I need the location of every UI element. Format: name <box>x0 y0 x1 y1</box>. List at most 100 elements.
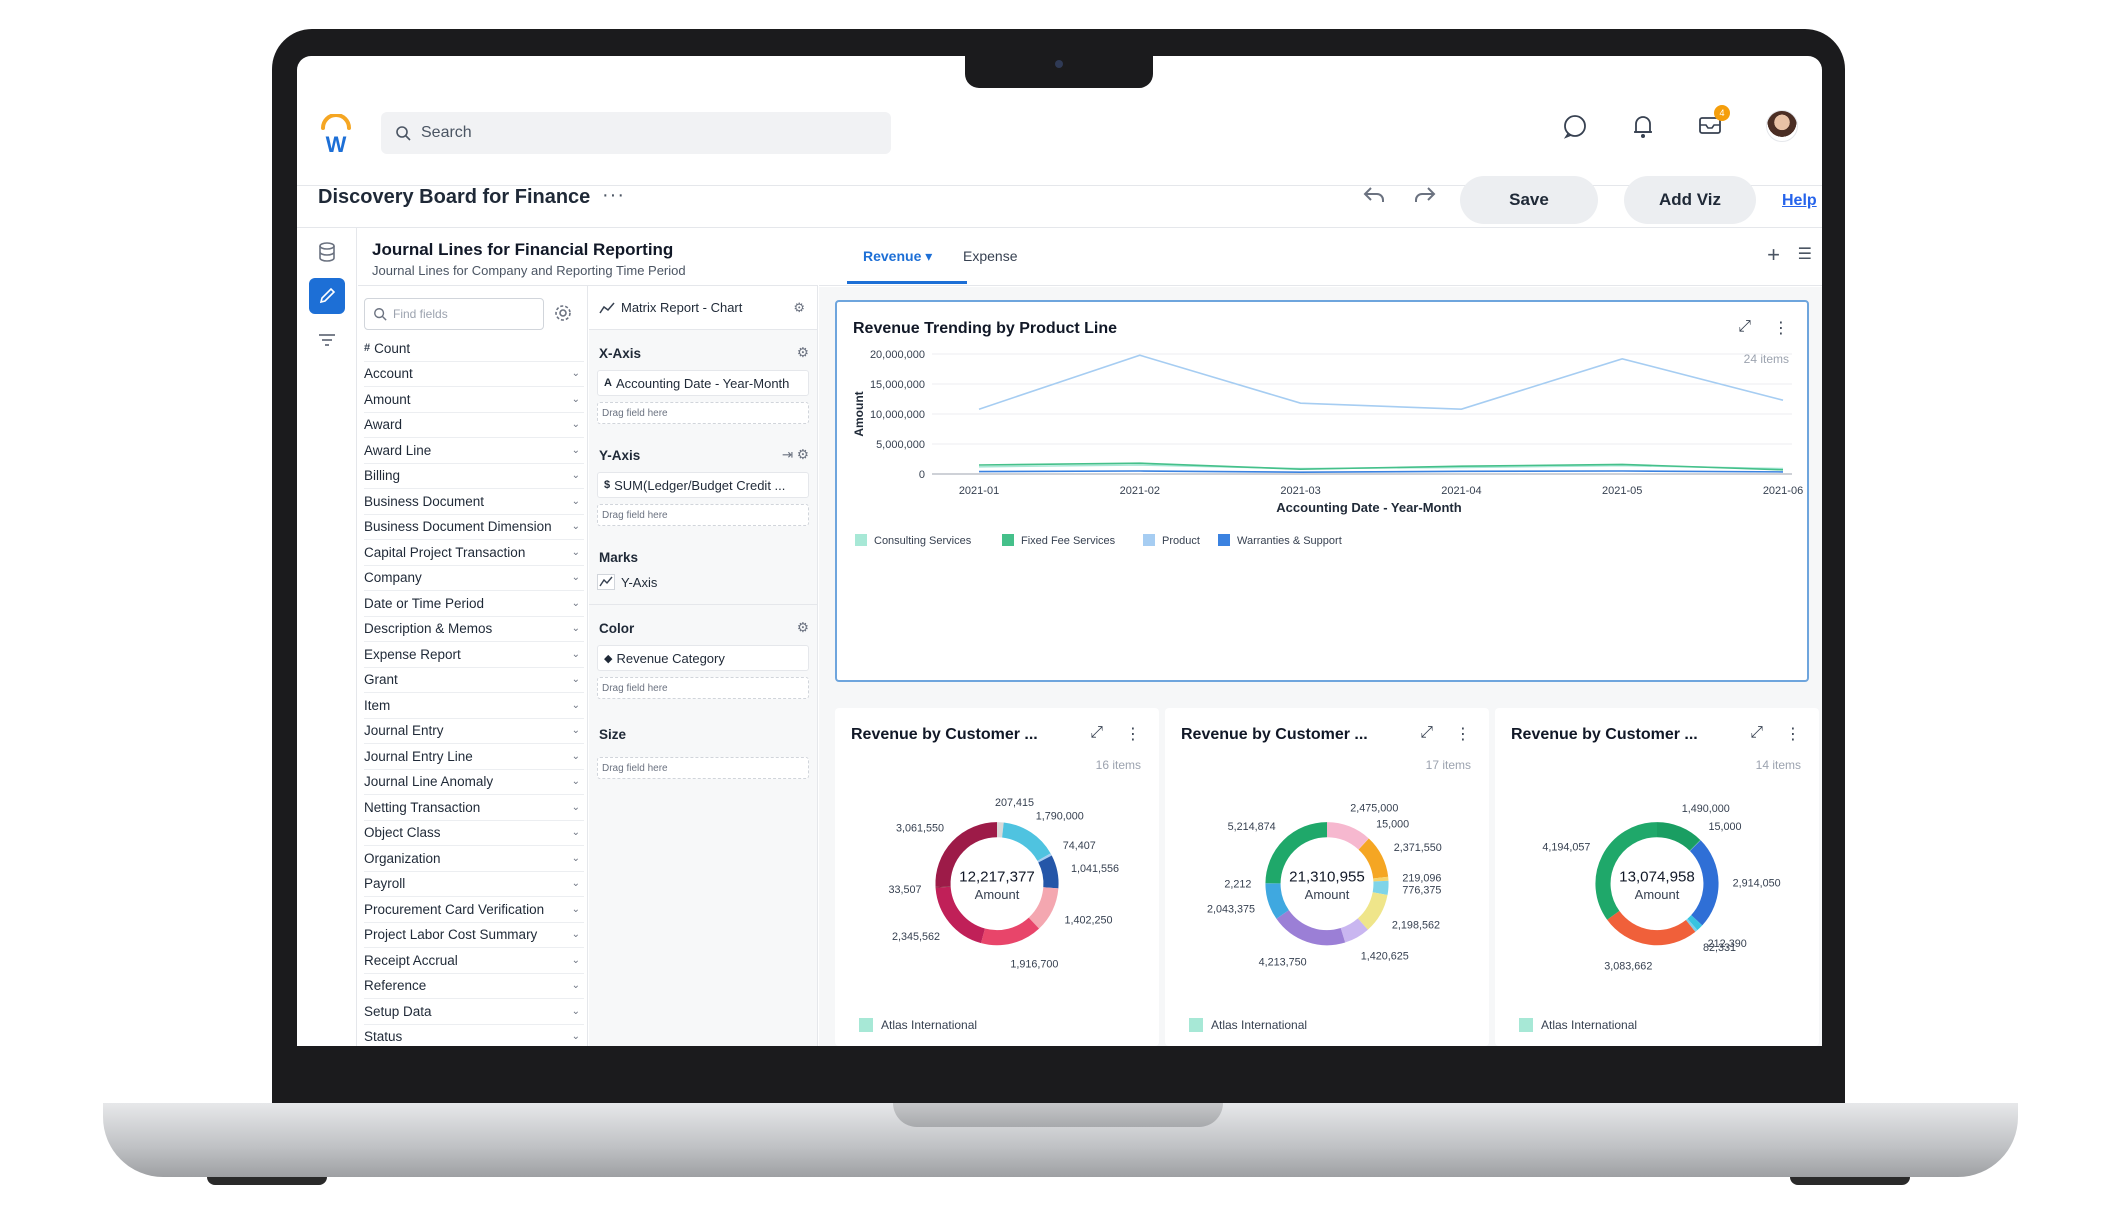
y-axis-drop-zone[interactable]: Drag field here <box>597 504 809 526</box>
expand-icon[interactable]: ⤢ <box>1420 724 1433 744</box>
chevron-down-icon[interactable]: ⌄ <box>572 955 580 966</box>
sliders-icon[interactable]: ⚙ <box>793 300 805 316</box>
chevron-down-icon[interactable]: ⌄ <box>572 878 580 889</box>
chevron-down-icon[interactable]: ⌄ <box>572 904 580 915</box>
viz-type-selector[interactable]: Matrix Report - Chart ⚙ <box>589 286 817 330</box>
field-row[interactable]: Expense Report ⌄ <box>364 642 584 668</box>
color-drop-zone[interactable]: Drag field here <box>597 677 809 699</box>
sliders-icon[interactable]: ⇥ ⚙ <box>782 447 809 463</box>
field-row[interactable]: Setup Data ⌄ <box>364 999 584 1025</box>
field-row[interactable]: Item ⌄ <box>364 693 584 719</box>
field-row[interactable]: Billing ⌄ <box>364 464 584 489</box>
y-axis-field[interactable]: $ SUM(Ledger/Budget Credit ... <box>597 472 809 498</box>
category-field-icon: ◆ <box>604 652 613 665</box>
field-row[interactable]: Award ⌄ <box>364 413 584 438</box>
data-source-button[interactable] <box>309 234 345 270</box>
undo-icon[interactable] <box>1362 184 1386 206</box>
inbox-button[interactable]: 4 <box>1698 104 1730 140</box>
chevron-down-icon[interactable]: ⌄ <box>572 419 580 430</box>
field-row[interactable]: Capital Project Transaction ⌄ <box>364 540 584 566</box>
chevron-down-icon[interactable]: ⌄ <box>572 368 580 379</box>
more-options-icon[interactable]: ⋮ <box>1785 724 1801 744</box>
chevron-down-icon[interactable]: ⌄ <box>572 547 580 558</box>
chevron-down-icon[interactable]: ⌄ <box>572 649 580 660</box>
gear-icon[interactable] <box>554 304 572 322</box>
chevron-down-icon[interactable]: ⌄ <box>572 572 580 583</box>
field-row[interactable]: Business Document Dimension ⌄ <box>364 515 584 540</box>
more-options-icon[interactable]: ··· <box>602 184 625 207</box>
field-row[interactable]: Procurement Card Verification ⌄ <box>364 897 584 923</box>
x-axis-field[interactable]: A Accounting Date - Year-Month <box>597 370 809 396</box>
tab-expense[interactable]: Expense <box>963 248 1017 264</box>
donut-card[interactable]: Revenue by Customer ... ⤢ ⋮ 16 items 207,… <box>835 708 1159 1046</box>
field-row[interactable]: Organization ⌄ <box>364 846 584 872</box>
chevron-down-icon[interactable]: ⌄ <box>572 827 580 838</box>
chevron-down-icon[interactable]: ⌄ <box>572 929 580 940</box>
color-field[interactable]: ◆ Revenue Category <box>597 645 809 671</box>
expand-icon[interactable]: ⤢ <box>1750 724 1763 744</box>
chevron-down-icon[interactable]: ⌄ <box>572 751 580 762</box>
field-count[interactable]: # Count <box>364 336 584 362</box>
field-row[interactable]: Journal Entry Line ⌄ <box>364 744 584 770</box>
tab-list-icon[interactable]: ☰ <box>1798 244 1812 264</box>
chevron-down-icon[interactable]: ⌄ <box>572 1031 580 1042</box>
sliders-icon[interactable]: ⚙ <box>797 620 809 636</box>
donut-card[interactable]: Revenue by Customer ... ⤢ ⋮ 14 items 1,49… <box>1495 708 1819 1046</box>
chevron-down-icon[interactable]: ⌄ <box>572 725 580 736</box>
field-row[interactable]: Journal Line Anomaly ⌄ <box>364 770 584 795</box>
chevron-down-icon[interactable]: ⌄ <box>572 853 580 864</box>
bell-icon[interactable] <box>1632 113 1654 139</box>
expand-icon[interactable]: ⤢ <box>1090 724 1103 744</box>
help-link[interactable]: Help <box>1782 192 1817 210</box>
save-button[interactable]: Save <box>1460 176 1598 224</box>
field-row[interactable]: Award Line ⌄ <box>364 438 584 464</box>
add-tab-icon[interactable]: + <box>1767 242 1780 268</box>
more-options-icon[interactable]: ⋮ <box>1455 724 1471 744</box>
field-row[interactable]: Company ⌄ <box>364 566 584 591</box>
filter-button[interactable] <box>309 322 345 358</box>
more-options-icon[interactable]: ⋮ <box>1125 724 1141 744</box>
field-row[interactable]: Journal Entry ⌄ <box>364 719 584 744</box>
field-row[interactable]: Business Document ⌄ <box>364 489 584 515</box>
filter-icon <box>319 334 335 346</box>
marks-value[interactable]: Y-Axis <box>597 574 809 590</box>
field-row[interactable]: Netting Transaction ⌄ <box>364 795 584 821</box>
field-row[interactable]: Reference ⌄ <box>364 974 584 999</box>
chevron-down-icon[interactable]: ⌄ <box>572 674 580 685</box>
find-fields-input[interactable]: Find fields <box>364 298 544 330</box>
avatar[interactable] <box>1766 110 1798 142</box>
line-chart-card[interactable]: Revenue Trending by Product Line ⤢ ⋮ 24 i… <box>835 300 1809 682</box>
chevron-down-icon[interactable]: ⌄ <box>572 700 580 711</box>
donut-card[interactable]: Revenue by Customer ... ⤢ ⋮ 17 items 2,47… <box>1165 708 1489 1046</box>
field-row[interactable]: Amount ⌄ <box>364 387 584 413</box>
field-row[interactable]: Project Labor Cost Summary ⌄ <box>364 923 584 948</box>
search-input[interactable]: Search <box>381 112 891 154</box>
redo-icon[interactable] <box>1413 184 1437 206</box>
chevron-down-icon[interactable]: ⌄ <box>572 776 580 787</box>
chevron-down-icon[interactable]: ⌄ <box>572 802 580 813</box>
chevron-down-icon[interactable]: ⌄ <box>572 598 580 609</box>
field-row[interactable]: Receipt Accrual ⌄ <box>364 948 584 974</box>
field-row[interactable]: Object Class ⌄ <box>364 821 584 846</box>
edit-button[interactable] <box>309 278 345 314</box>
chevron-down-icon[interactable]: ⌄ <box>572 623 580 634</box>
add-viz-button[interactable]: Add Viz <box>1624 176 1756 224</box>
chevron-down-icon[interactable]: ⌄ <box>572 470 580 481</box>
chevron-down-icon[interactable]: ⌄ <box>572 496 580 507</box>
chevron-down-icon[interactable]: ⌄ <box>572 980 580 991</box>
field-row[interactable]: Description & Memos ⌄ <box>364 617 584 642</box>
chevron-down-icon[interactable]: ⌄ <box>572 445 580 456</box>
chevron-down-icon[interactable]: ⌄ <box>572 394 580 405</box>
sliders-icon[interactable]: ⚙ <box>797 345 809 361</box>
field-row[interactable]: Payroll ⌄ <box>364 872 584 897</box>
tab-revenue[interactable]: Revenue ▾ <box>863 248 932 265</box>
chevron-down-icon[interactable]: ⌄ <box>572 521 580 532</box>
field-row[interactable]: Account ⌄ <box>364 362 584 387</box>
chat-icon[interactable] <box>1562 113 1588 139</box>
size-drop-zone[interactable]: Drag field here <box>597 757 809 779</box>
chevron-down-icon[interactable]: ⌄ <box>572 1006 580 1017</box>
field-row[interactable]: Date or Time Period ⌄ <box>364 591 584 617</box>
field-row[interactable]: Grant ⌄ <box>364 668 584 693</box>
field-row[interactable]: Status ⌄ <box>364 1025 584 1047</box>
x-axis-drop-zone[interactable]: Drag field here <box>597 402 809 424</box>
